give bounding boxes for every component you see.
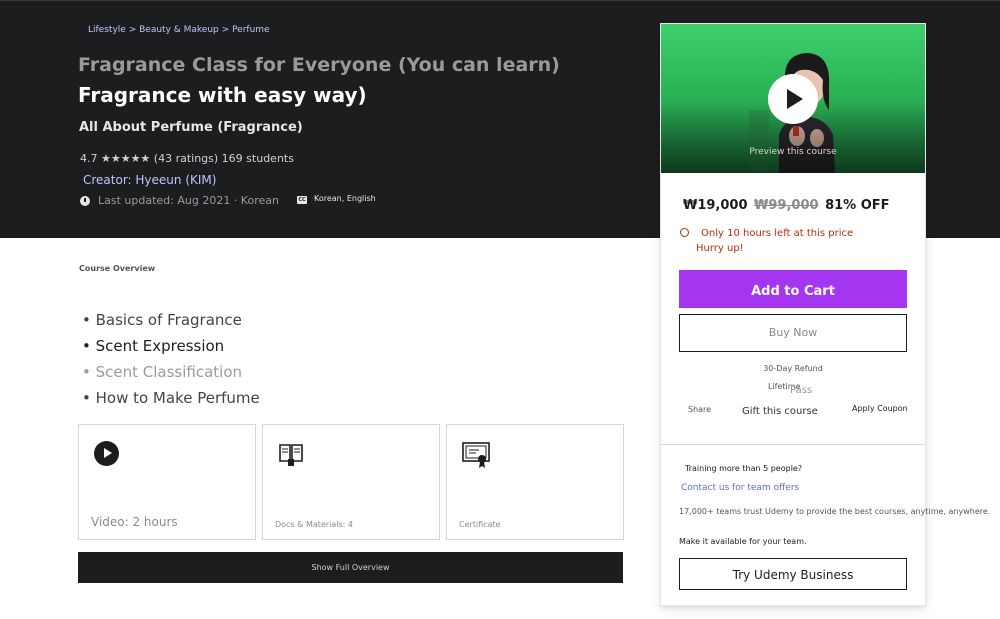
open-book-icon (277, 439, 305, 467)
course-title-line-1: Fragrance Class for Everyone (You can le… (78, 54, 560, 76)
certificate-icon (461, 439, 491, 469)
show-full-overview-button[interactable]: Show Full Overview (78, 552, 623, 583)
caption-languages: Korean, English (314, 194, 376, 203)
course-subtitle: All About Perfume (Fragrance) (79, 120, 303, 135)
list-item: • Scent Classification (82, 363, 243, 381)
preview-label: Preview this course (749, 147, 837, 157)
docs-materials-card: Docs & Materials: 4 (262, 424, 440, 540)
video-hours-caption: Video: 2 hours (91, 515, 178, 529)
hurry-text: Hurry up! (696, 243, 744, 254)
add-to-cart-button[interactable]: Add to Cart (679, 270, 907, 308)
alarm-clock-icon (680, 228, 689, 237)
discount-percentage: 81% OFF (825, 198, 890, 213)
docs-materials-caption: Docs & Materials: 4 (275, 520, 353, 529)
price-block: ₩19,000 ₩99,000 81% OFF (683, 198, 890, 213)
certificate-card: Certificate (446, 424, 624, 540)
current-price: ₩19,000 (683, 198, 748, 213)
captions-icon: CC (297, 196, 307, 204)
course-title-line-2: Fragrance with easy way) (78, 83, 367, 107)
last-updated: Last updated: Aug 2021 · Korean (80, 194, 279, 207)
team-offers-link[interactable]: Contact us for team offers (681, 483, 799, 493)
breadcrumb-separator: > (221, 25, 230, 35)
breadcrumb-separator: > (128, 25, 137, 35)
buy-now-button[interactable]: Buy Now (679, 314, 907, 352)
apply-coupon-button[interactable]: Apply Coupon (852, 404, 908, 413)
creator-link[interactable]: Creator: Hyeeun (KIM) (83, 173, 216, 187)
team-training-question: Training more than 5 people? (685, 464, 803, 473)
try-udemy-business-button[interactable]: Try Udemy Business (679, 558, 907, 590)
list-item: • How to Make Perfume (82, 389, 260, 407)
refund-guarantee: 30-Day Refund (763, 364, 823, 373)
video-hours-card: Video: 2 hours (78, 424, 256, 540)
breadcrumb-item-perfume[interactable]: Perfume (232, 25, 270, 35)
overview-bullet-list: • Basics of Fragrance • Scent Expression… (82, 310, 260, 414)
list-item: • Scent Expression (82, 337, 225, 355)
course-overview-heading: Course Overview (79, 264, 156, 273)
clock-icon (80, 195, 90, 206)
course-preview-video[interactable]: Preview this course (661, 24, 925, 173)
original-price: ₩99,000 (754, 198, 819, 213)
play-icon[interactable] (768, 74, 818, 124)
play-circle-icon (94, 441, 119, 466)
gift-course-button[interactable]: Gift this course (742, 406, 818, 417)
list-item: • Basics of Fragrance (82, 311, 242, 329)
share-button[interactable]: Share (688, 405, 711, 414)
urgency-text: Only 10 hours left at this price (701, 228, 854, 239)
course-rating: 4.7 ★★★★★ (43 ratings) 169 students (80, 152, 294, 165)
pass-label: Pass (790, 385, 813, 396)
make-available-text: Make it available for your team. (679, 537, 807, 546)
last-updated-text: Last updated: Aug 2021 · Korean (98, 194, 279, 207)
teams-trust-text: 17,000+ teams trust Udemy to provide the… (679, 507, 991, 516)
breadcrumb: Lifestyle > Beauty & Makeup > Perfume (88, 25, 270, 35)
breadcrumb-item-lifestyle[interactable]: Lifestyle (88, 25, 126, 35)
breadcrumb-item-beauty-makeup[interactable]: Beauty & Makeup (139, 25, 219, 35)
certificate-caption: Certificate (459, 520, 501, 529)
divider (661, 444, 925, 445)
purchase-sidebar: Preview this course ₩19,000 ₩99,000 81% … (660, 23, 990, 606)
